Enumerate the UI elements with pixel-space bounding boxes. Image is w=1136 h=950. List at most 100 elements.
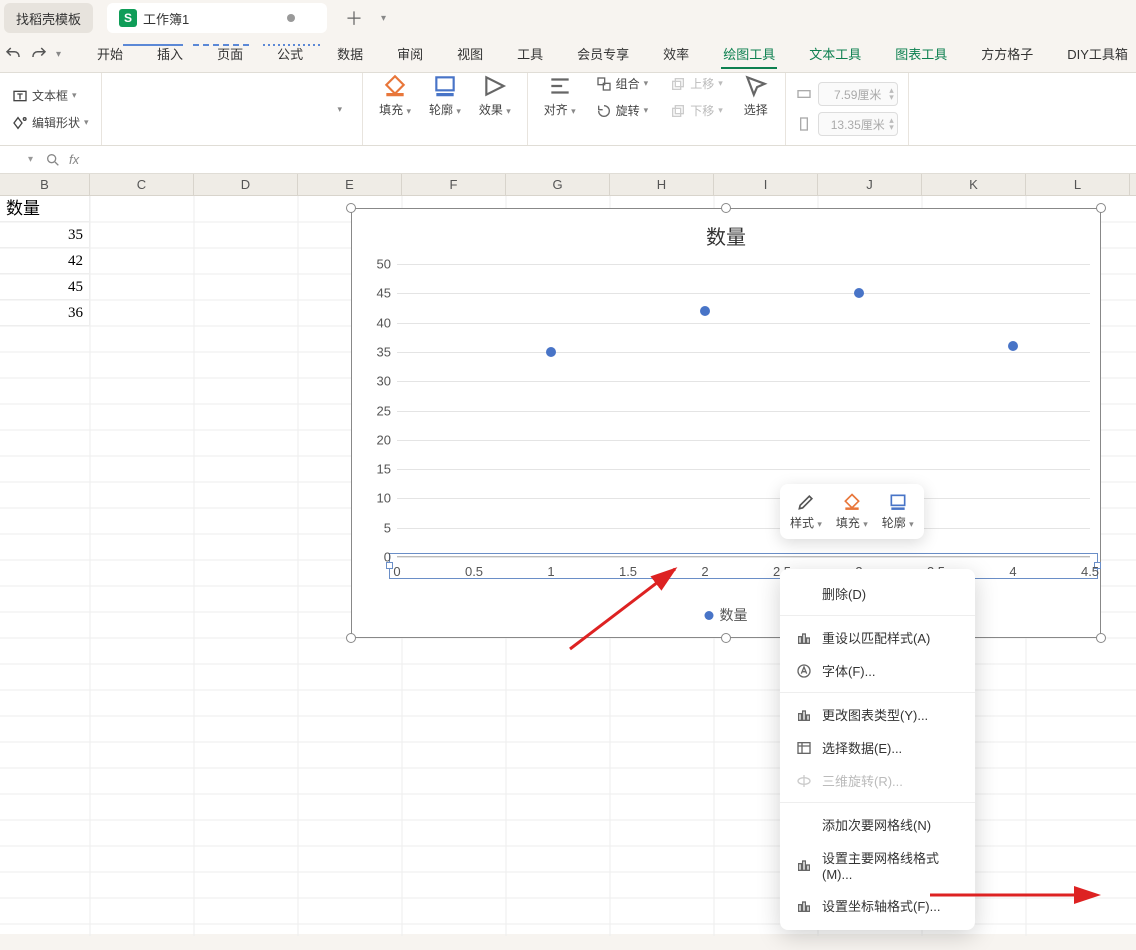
mini-outline-button[interactable]: 轮廓 ▾ [882,492,914,531]
pen-icon [796,492,816,512]
height-icon [796,116,812,132]
group-button[interactable]: 组合▾ [594,73,651,94]
col-G[interactable]: G [506,174,610,195]
col-K[interactable]: K [922,174,1026,195]
chart-plot-area[interactable]: 0510152025303540455000.511.522.533.544.5 [397,264,1090,557]
menu-data[interactable]: 数据 [335,40,365,69]
textbox-button[interactable]: 文本框 ▾ [10,85,91,106]
cell-v1[interactable]: 35 [0,222,90,248]
undo-icon[interactable] [4,45,22,63]
resize-handle[interactable] [346,633,356,643]
effect-icon [482,73,508,99]
mini-style-button[interactable]: 样式 ▾ [790,492,822,531]
menu-ffgz[interactable]: 方方格子 [979,40,1035,69]
y-tick: 5 [365,520,391,535]
outline-icon [432,73,458,99]
new-tab-button[interactable]: ＋ [341,5,367,31]
resize-handle[interactable] [721,203,731,213]
menu-text-tools[interactable]: 文本工具 [807,40,863,69]
cell-v3[interactable]: 45 [0,274,90,300]
menu-tools[interactable]: 工具 [515,40,545,69]
cell-v4[interactable]: 36 [0,300,90,326]
chart-legend[interactable]: 数量 [705,605,748,625]
menu-chart-tools[interactable]: 图表工具 [893,40,949,69]
col-E[interactable]: E [298,174,402,195]
y-tick: 10 [365,491,391,506]
cell-v2[interactable]: 42 [0,248,90,274]
redo-icon[interactable] [30,45,48,63]
resize-handle[interactable] [721,633,731,643]
effect-button[interactable]: 效果 ▾ [473,73,517,145]
mini-fill-button[interactable]: 填充 ▾ [836,492,868,531]
tab-templates[interactable]: 找稻壳模板 [4,3,93,33]
ribbon-textbox-group: 文本框 ▾ 编辑形状 ▾ [0,73,102,145]
menu-start[interactable]: 开始 [95,40,125,69]
menu-member[interactable]: 会员专享 [575,40,631,69]
x-tick: 0 [393,564,400,579]
x-tick: 0.5 [465,564,483,579]
select-button[interactable]: 选择 [737,73,775,145]
namebox-chevron-icon[interactable]: ▾ [24,154,37,165]
tab-label: 找稻壳模板 [16,9,81,28]
width-box[interactable]: 7.59厘米▴▾ [796,82,898,106]
rotate-button[interactable]: 旋转▾ [594,100,651,121]
font-icon [796,663,812,679]
legend-marker-icon [705,611,714,620]
menu-drawing-tools[interactable]: 绘图工具 [721,40,777,69]
cell-header[interactable]: 数量 [0,196,90,222]
menu-efficiency[interactable]: 效率 [661,40,691,69]
search-icon[interactable] [45,152,61,168]
align-button[interactable]: 对齐 ▾ [538,73,582,145]
edit-shape-button[interactable]: 编辑形状 ▾ [10,112,91,133]
tab-workbook[interactable]: S 工作簿1 [107,3,327,33]
y-tick: 0 [365,550,391,565]
col-I[interactable]: I [714,174,818,195]
data-point[interactable] [1008,341,1018,351]
tab-menu-chevron-icon[interactable]: ▾ [381,13,386,24]
y-tick: 35 [365,344,391,359]
menu-view[interactable]: 视图 [455,40,485,69]
data-point[interactable] [854,288,864,298]
ctx-reset-style[interactable]: 重设以匹配样式(A) [780,621,975,654]
x-tick: 4.5 [1081,564,1099,579]
resize-handle[interactable] [1096,203,1106,213]
menu-review[interactable]: 审阅 [395,40,425,69]
col-H[interactable]: H [610,174,714,195]
data-point[interactable] [700,306,710,316]
fx-label[interactable]: fx [69,152,79,167]
ctx-major-gridlines-format[interactable]: 设置主要网格线格式(M)... [780,841,975,889]
resize-handle[interactable] [346,203,356,213]
ctx-font[interactable]: 字体(F)... [780,654,975,687]
height-box[interactable]: 13.35厘米▴▾ [796,112,898,136]
select-data-icon [796,740,812,756]
resize-handle[interactable] [1096,633,1106,643]
axisformat-icon [796,898,812,914]
rotate-icon [596,103,612,119]
width-icon [796,86,812,102]
col-D[interactable]: D [194,174,298,195]
data-point[interactable] [546,347,556,357]
annotation-arrow-1 [560,559,690,664]
ctx-add-minor-gridlines[interactable]: 添加次要网格线(N) [780,808,975,841]
line-style-gallery[interactable]: ▾ [112,92,353,126]
x-tick: 4 [1009,564,1016,579]
fill-button[interactable]: 填充 ▾ [373,73,417,145]
ctx-select-data[interactable]: 选择数据(E)... [780,731,975,764]
menu-diy[interactable]: DIY工具箱 [1065,40,1130,69]
col-C[interactable]: C [90,174,194,195]
col-L[interactable]: L [1026,174,1130,195]
col-B[interactable]: B [0,174,90,195]
ctx-change-type[interactable]: 更改图表类型(Y)... [780,698,975,731]
ctx-3d-rotate: 三维旋转(R)... [780,764,975,797]
col-J[interactable]: J [818,174,922,195]
unsaved-dot-icon [287,14,295,22]
col-F[interactable]: F [402,174,506,195]
outline-button[interactable]: 轮廓 ▾ [423,73,467,145]
ctx-delete[interactable]: 删除(D) [780,577,975,610]
align-icon [547,73,573,99]
qat-chevron-icon[interactable]: ▾ [56,49,61,60]
gridformat-icon [796,857,812,873]
chart-title[interactable]: 数量 [352,209,1100,250]
chart-object[interactable]: 数量 0510152025303540455000.511.522.533.54… [351,208,1101,638]
tab-label: 工作簿1 [143,9,189,28]
